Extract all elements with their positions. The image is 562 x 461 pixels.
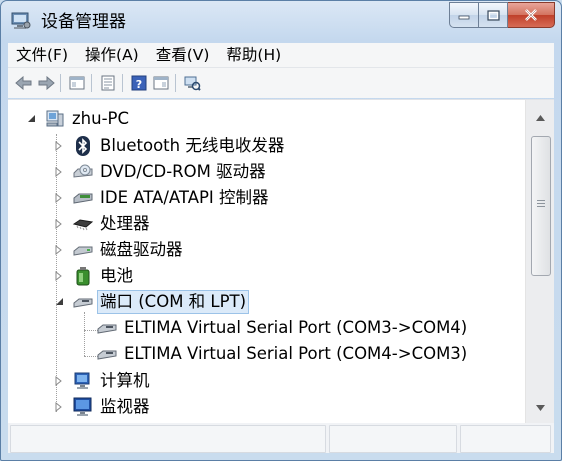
- dvd-drive-icon: [72, 162, 94, 182]
- tree-node-label: Bluetooth 无线电收发器: [100, 135, 285, 155]
- tree-connector: [84, 312, 85, 356]
- computer-icon: [44, 109, 66, 129]
- forward-arrow-icon: [38, 76, 55, 90]
- tree-node-bluetooth[interactable]: Bluetooth 无线电收发器: [52, 133, 286, 158]
- scroll-thumb[interactable]: [531, 136, 551, 276]
- scan-hardware-button[interactable]: [182, 73, 202, 93]
- minimize-button[interactable]: [449, 2, 478, 28]
- view-button[interactable]: [151, 73, 171, 93]
- maximize-icon: [486, 9, 500, 21]
- menu-action[interactable]: 操作(A): [77, 43, 148, 67]
- menu-file[interactable]: 文件(F): [8, 43, 77, 67]
- view-pane-icon: [153, 76, 169, 90]
- tree-node-label: 处理器: [100, 213, 150, 233]
- toolbar-separator: [122, 74, 123, 92]
- back-button[interactable]: [14, 73, 34, 93]
- scroll-up-arrow-icon: [536, 115, 545, 121]
- status-panel: [329, 425, 457, 453]
- window-title: 设备管理器: [41, 12, 126, 32]
- forward-button[interactable]: [36, 73, 56, 93]
- scroll-down-arrow-icon: [536, 405, 545, 411]
- expand-triangle-icon[interactable]: [52, 191, 66, 205]
- status-panel: [10, 425, 327, 453]
- device-tree: zhu-PC Bluetooth 无线电收发器 DVD/CD-ROM 驱动器 I…: [8, 100, 525, 423]
- tree-node-label: 计算机: [100, 370, 150, 390]
- tree-node-label: DVD/CD-ROM 驱动器: [100, 161, 266, 181]
- properties-icon: [101, 75, 115, 91]
- port-icon: [96, 318, 118, 338]
- close-icon: [525, 9, 537, 21]
- help-button[interactable]: ?: [129, 73, 149, 93]
- processor-icon: [72, 214, 94, 234]
- computer-icon: [72, 371, 94, 391]
- port-icon: [96, 344, 118, 364]
- caption-buttons: [449, 2, 555, 28]
- thumb-grip: [537, 203, 545, 204]
- collapse-triangle-icon[interactable]: [24, 112, 38, 126]
- tree-node-label: ELTIMA Virtual Serial Port (COM3->COM4): [124, 317, 468, 337]
- tree-node-port-com3[interactable]: ELTIMA Virtual Serial Port (COM3->COM4): [96, 315, 469, 340]
- scroll-up-button[interactable]: [526, 108, 554, 128]
- toolbar-separator: [60, 74, 61, 92]
- expand-triangle-icon[interactable]: [52, 139, 66, 153]
- expand-triangle-icon[interactable]: [52, 374, 66, 388]
- expand-triangle-icon[interactable]: [52, 217, 66, 231]
- thumb-grip: [537, 200, 545, 201]
- expand-triangle-icon[interactable]: [52, 243, 66, 257]
- tree-node-label: 监视器: [100, 396, 150, 416]
- tree-node-processor[interactable]: 处理器: [52, 211, 152, 236]
- tree-node-battery[interactable]: 电池: [52, 263, 135, 288]
- scan-hardware-icon: [184, 76, 201, 91]
- tree-node-computer[interactable]: 计算机: [52, 368, 152, 393]
- tree-node-label: ELTIMA Virtual Serial Port (COM4->COM3): [124, 343, 468, 363]
- tree-node-monitor[interactable]: 监视器: [52, 394, 152, 419]
- menu-bar: 文件(F) 操作(A) 查看(V) 帮助(H): [8, 43, 554, 68]
- ide-controller-icon: [72, 188, 94, 208]
- tree-node-label: 磁盘驱动器: [100, 239, 183, 259]
- tree-node-label: 电池: [100, 265, 133, 285]
- tree-node-ide[interactable]: IDE ATA/ATAPI 控制器: [52, 185, 271, 210]
- scroll-down-button[interactable]: [526, 398, 554, 418]
- expand-triangle-icon[interactable]: [52, 400, 66, 414]
- toolbar-separator: [91, 74, 92, 92]
- status-panel: [459, 425, 552, 453]
- vertical-scrollbar[interactable]: [525, 100, 554, 423]
- tree-node-dvd[interactable]: DVD/CD-ROM 驱动器: [52, 159, 268, 184]
- disk-drive-icon: [72, 240, 94, 260]
- toolbar-separator: [175, 74, 176, 92]
- tree-node-port-com4[interactable]: ELTIMA Virtual Serial Port (COM4->COM3): [96, 341, 469, 366]
- expand-triangle-icon[interactable]: [52, 269, 66, 283]
- menu-help[interactable]: 帮助(H): [218, 43, 290, 67]
- monitor-icon: [72, 397, 94, 417]
- thumb-grip: [537, 206, 545, 207]
- show-hide-tree-button[interactable]: [67, 73, 87, 93]
- tree-node-label: 端口 (COM 和 LPT): [96, 289, 250, 314]
- collapse-triangle-icon[interactable]: [52, 295, 66, 309]
- back-arrow-icon: [15, 76, 32, 90]
- battery-icon: [72, 266, 94, 286]
- minimize-icon: [458, 15, 470, 20]
- close-button[interactable]: [508, 2, 555, 28]
- device-manager-icon: [11, 12, 31, 29]
- show-hide-tree-icon: [69, 76, 85, 90]
- status-bar: [8, 423, 554, 453]
- tree-node-ports[interactable]: 端口 (COM 和 LPT): [52, 289, 250, 314]
- svg-text:?: ?: [136, 78, 142, 91]
- maximize-button[interactable]: [478, 2, 508, 28]
- properties-button[interactable]: [98, 73, 118, 93]
- title-bar[interactable]: 设备管理器: [1, 1, 561, 41]
- tree-node-label: IDE ATA/ATAPI 控制器: [100, 187, 269, 207]
- toolbar: ?: [8, 68, 554, 98]
- menu-view[interactable]: 查看(V): [148, 43, 219, 67]
- device-manager-window: 设备管理器 文件(F) 操作(A) 查看(V) 帮助(H) ? zhu-PC B…: [0, 0, 562, 461]
- tree-root-label: zhu-PC: [72, 108, 130, 128]
- port-icon: [72, 292, 94, 312]
- expand-triangle-icon[interactable]: [52, 165, 66, 179]
- bluetooth-icon: [72, 135, 94, 156]
- help-icon: ?: [131, 75, 147, 91]
- tree-root[interactable]: zhu-PC: [24, 106, 131, 131]
- tree-node-disk[interactable]: 磁盘驱动器: [52, 237, 185, 262]
- device-tree-pane: zhu-PC Bluetooth 无线电收发器 DVD/CD-ROM 驱动器 I…: [8, 99, 554, 423]
